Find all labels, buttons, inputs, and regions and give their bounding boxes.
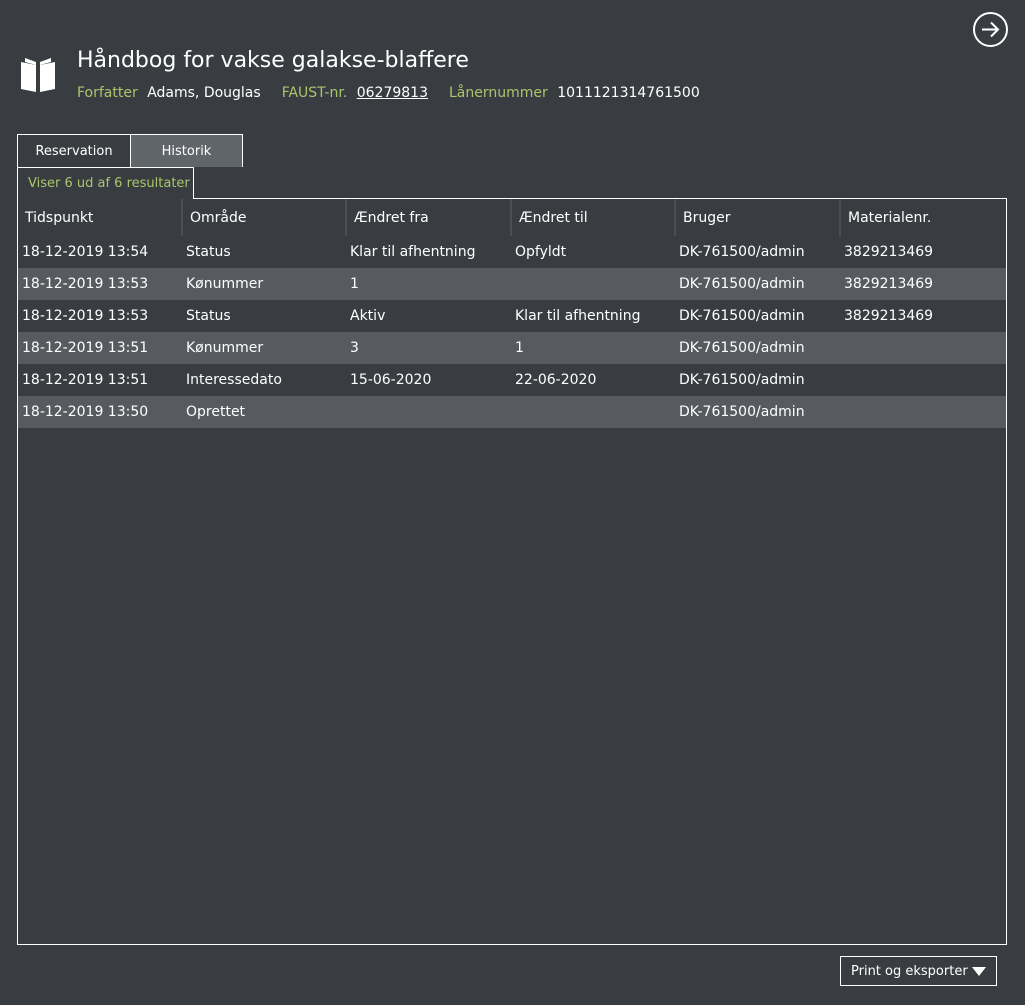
faust-group: FAUST-nr. 06279813 <box>282 85 428 101</box>
cell-aendret-til: 22-06-2020 <box>515 372 597 388</box>
cell-tidspunkt: 18-12-2019 13:51 <box>22 340 149 356</box>
author-label: Forfatter <box>77 85 138 101</box>
cell-omrade: Oprettet <box>186 404 246 420</box>
faust-link[interactable]: 06279813 <box>357 85 428 101</box>
history-window: Håndbog for vakse galakse-blaffere Forfa… <box>0 0 1025 1005</box>
cell-bruger: DK-761500/admin <box>679 404 805 420</box>
cell-aendret-fra: 1 <box>350 276 359 292</box>
print-export-button[interactable]: Print og eksporter <box>840 956 997 986</box>
exit-button[interactable] <box>973 12 1008 47</box>
cell-aendret-til: 1 <box>515 340 524 356</box>
cell-bruger: DK-761500/admin <box>679 308 805 324</box>
table-row[interactable]: 18-12-2019 13:53 Status Aktiv Klar til a… <box>18 300 1006 332</box>
results-count: Viser 6 ud af 6 resultater <box>17 167 194 199</box>
cell-aendret-til: Opfyldt <box>515 244 567 260</box>
material-meta: Forfatter Adams, Douglas FAUST-nr. 06279… <box>77 85 721 101</box>
borrower-label: Lånernummer <box>449 85 548 101</box>
borrower-value: 1011121314761500 <box>557 85 700 101</box>
history-table-panel: Tidspunkt Område Ændret fra Ændret til B… <box>17 198 1007 945</box>
cell-aendret-fra: Klar til afhentning <box>350 244 476 260</box>
column-header-bruger[interactable]: Bruger <box>675 199 841 236</box>
cell-tidspunkt: 18-12-2019 13:51 <box>22 372 149 388</box>
cell-omrade: Interessedato <box>186 372 282 388</box>
history-table: Tidspunkt Område Ændret fra Ændret til B… <box>18 199 1006 428</box>
table-row[interactable]: 18-12-2019 13:51 Interessedato 15-06-202… <box>18 364 1006 396</box>
cell-omrade: Kønummer <box>186 340 264 356</box>
cell-materialenr: 3829213469 <box>844 276 934 292</box>
column-header-aendret-fra[interactable]: Ændret fra <box>346 199 512 236</box>
tab-reservation[interactable]: Reservation <box>17 134 131 167</box>
table-row[interactable]: 18-12-2019 13:53 Kønummer 1 DK-761500/ad… <box>18 268 1006 300</box>
faust-label: FAUST-nr. <box>281 85 348 101</box>
cell-aendret-fra: Aktiv <box>350 308 386 324</box>
cell-aendret-til <box>511 396 675 428</box>
table-header-row: Tidspunkt Område Ændret fra Ændret til B… <box>18 199 1006 236</box>
cell-aendret-fra: 15-06-2020 <box>350 372 432 388</box>
cell-tidspunkt: 18-12-2019 13:50 <box>22 404 149 420</box>
column-header-omrade[interactable]: Område <box>182 199 347 236</box>
cell-aendret-fra: 3 <box>350 340 359 356</box>
borrower-group: Lånernummer 1011121314761500 <box>449 85 700 101</box>
cell-tidspunkt: 18-12-2019 13:53 <box>22 276 149 292</box>
arrow-right-circle-icon <box>982 21 1000 38</box>
cell-materialenr: 3829213469 <box>844 308 934 324</box>
cell-materialenr <box>840 332 1006 364</box>
author-group: Forfatter Adams, Douglas <box>77 85 261 101</box>
print-export-label: Print og eksporter <box>851 963 968 979</box>
column-header-tidspunkt[interactable]: Tidspunkt <box>18 199 183 236</box>
cell-bruger: DK-761500/admin <box>679 276 805 292</box>
cell-aendret-fra <box>346 396 511 428</box>
column-header-aendret-til[interactable]: Ændret til <box>511 199 676 236</box>
cell-aendret-til <box>511 268 675 300</box>
table-row[interactable]: 18-12-2019 13:54 Status Klar til afhentn… <box>18 236 1006 268</box>
page-title: Håndbog for vakse galakse-blaffere <box>77 48 469 73</box>
caret-down-icon <box>972 967 986 976</box>
author-value: Adams, Douglas <box>147 85 261 101</box>
table-row[interactable]: 18-12-2019 13:51 Kønummer 3 1 DK-761500/… <box>18 332 1006 364</box>
cell-bruger: DK-761500/admin <box>679 340 805 356</box>
column-header-materialenr[interactable]: Materialenr. <box>840 199 1006 236</box>
cell-materialenr: 3829213469 <box>844 244 934 260</box>
cell-omrade: Status <box>186 308 231 324</box>
cell-materialenr <box>840 396 1006 428</box>
cell-bruger: DK-761500/admin <box>679 372 805 388</box>
cell-materialenr <box>840 364 1006 396</box>
cell-tidspunkt: 18-12-2019 13:53 <box>22 308 149 324</box>
open-book-icon <box>21 58 55 92</box>
cell-aendret-til: Klar til afhentning <box>515 308 641 324</box>
cell-omrade: Kønummer <box>186 276 264 292</box>
tab-historik[interactable]: Historik <box>130 134 243 167</box>
tab-bar: Reservation Historik <box>17 134 243 167</box>
table-row[interactable]: 18-12-2019 13:50 Oprettet DK-761500/admi… <box>18 396 1006 428</box>
cell-bruger: DK-761500/admin <box>679 244 805 260</box>
cell-tidspunkt: 18-12-2019 13:54 <box>22 244 149 260</box>
cell-omrade: Status <box>186 244 231 260</box>
